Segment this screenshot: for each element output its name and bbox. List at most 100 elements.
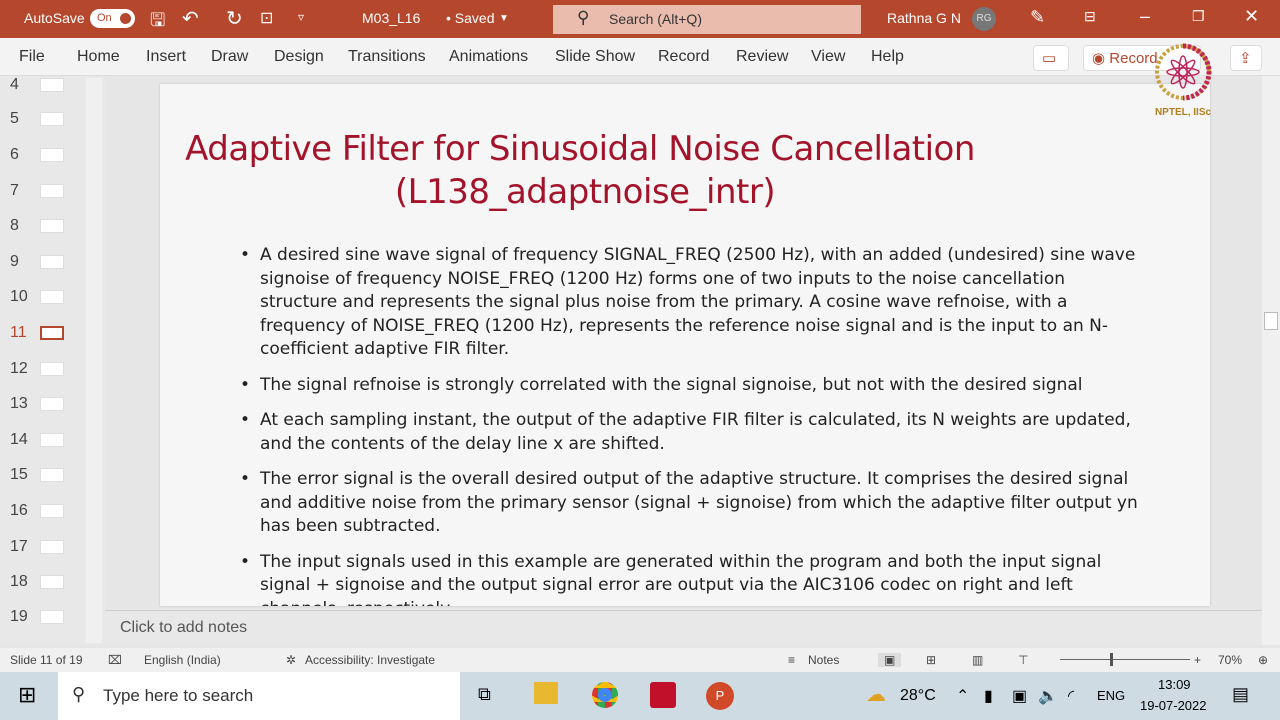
- slide-canvas[interactable]: Adaptive Filter for Sinusoidal Noise Can…: [160, 84, 1210, 606]
- saved-status[interactable]: • Saved: [446, 10, 495, 26]
- thumbnail-slide-6[interactable]: 6: [0, 146, 80, 166]
- windows-start-icon[interactable]: ⊞: [18, 682, 36, 708]
- chrome-icon[interactable]: [592, 682, 618, 708]
- normal-view-icon[interactable]: ▣: [878, 653, 902, 667]
- undo-icon[interactable]: ↶: [182, 6, 199, 31]
- tab-view[interactable]: View: [811, 48, 845, 66]
- thumbnail-slide-4[interactable]: 4: [0, 76, 80, 96]
- slide-scrollbar[interactable]: [1262, 76, 1280, 645]
- fit-slide-icon[interactable]: ⊕: [1258, 653, 1268, 667]
- save-icon[interactable]: 🖫: [150, 8, 165, 38]
- comments-button[interactable]: ▭: [1033, 45, 1069, 71]
- clock-time[interactable]: 13:09: [1158, 677, 1191, 692]
- thumbnail-slide-13[interactable]: 13: [0, 395, 80, 415]
- notes-icon[interactable]: ≡: [788, 653, 795, 667]
- clock-date[interactable]: 19-07-2022: [1140, 698, 1207, 713]
- pen-icon[interactable]: ✎: [1030, 7, 1045, 28]
- logo-text: NPTEL, IISc: [1154, 107, 1212, 118]
- slide-sorter-icon[interactable]: ⊞: [926, 653, 936, 667]
- tab-home[interactable]: Home: [77, 48, 120, 66]
- ribbon-display-icon[interactable]: ⊟: [1084, 8, 1096, 25]
- thumbnail-slide-12[interactable]: 12: [0, 360, 80, 380]
- tab-draw[interactable]: Draw: [211, 48, 248, 66]
- input-language[interactable]: ENG: [1097, 688, 1125, 703]
- bullet-item: The error signal is the overall desired …: [240, 468, 1140, 539]
- wifi-icon[interactable]: ◜: [1068, 686, 1074, 706]
- tab-slide-show[interactable]: Slide Show: [555, 48, 635, 66]
- temperature[interactable]: 28°C: [900, 687, 936, 705]
- share-button[interactable]: ⇪: [1230, 45, 1262, 71]
- search-box[interactable]: ⚲ Search (Alt+Q): [553, 5, 861, 34]
- tab-help[interactable]: Help: [871, 48, 904, 66]
- notifications-icon[interactable]: ▤: [1232, 684, 1249, 705]
- weather-icon[interactable]: ☁: [866, 682, 886, 707]
- camera-icon[interactable]: ▣: [1012, 686, 1027, 706]
- tab-review[interactable]: Review: [736, 48, 788, 66]
- thumbnail-slide-17[interactable]: 17: [0, 538, 80, 558]
- task-view-icon[interactable]: ⧉: [478, 684, 491, 705]
- thumbnail-slide-16[interactable]: 16: [0, 502, 80, 522]
- file-name[interactable]: M03_L16: [362, 10, 420, 26]
- tray-chevron-icon[interactable]: ⌃: [956, 686, 969, 706]
- redo-icon[interactable]: ↻: [226, 6, 243, 31]
- zoom-slider[interactable]: [1060, 659, 1190, 660]
- thumbnail-slide-11[interactable]: 11: [0, 324, 80, 344]
- tab-design[interactable]: Design: [274, 48, 324, 66]
- close-icon[interactable]: ✕: [1244, 6, 1259, 27]
- slideshow-view-icon[interactable]: ⊤: [1018, 653, 1028, 667]
- autosave-label: AutoSave: [24, 10, 85, 26]
- bullet-item: The signal refnoise is strongly correlat…: [240, 374, 1140, 398]
- notes-button[interactable]: Notes: [808, 653, 839, 667]
- slide-subtitle: (L138_adaptnoise_intr): [394, 172, 776, 212]
- status-bar: Slide 11 of 19 ⌧ English (India) ✲ Acces…: [0, 648, 1280, 672]
- thumbnail-slide-18[interactable]: 18: [0, 573, 80, 593]
- tab-insert[interactable]: Insert: [146, 48, 186, 66]
- thumbnail-slide-8[interactable]: 8: [0, 217, 80, 237]
- bullet-item: A desired sine wave signal of frequency …: [240, 244, 1140, 362]
- scroll-thumb[interactable]: [1264, 312, 1278, 330]
- taskbar-search-placeholder: Type here to search: [103, 686, 254, 705]
- search-icon: ⚲: [577, 8, 590, 27]
- minimize-icon[interactable]: –: [1140, 6, 1150, 27]
- language[interactable]: English (India): [144, 653, 221, 667]
- customize-icon[interactable]: ▿: [298, 10, 304, 24]
- bullet-list: A desired sine wave signal of frequency …: [240, 244, 1140, 606]
- thumbnail-slide-19[interactable]: 19: [0, 608, 80, 628]
- avatar[interactable]: RG: [972, 7, 996, 31]
- zoom-slider-thumb[interactable]: [1110, 653, 1113, 666]
- present-icon[interactable]: ⊡: [260, 8, 273, 28]
- tab-transitions[interactable]: Transitions: [348, 48, 426, 66]
- title-bar: AutoSave On 🖫 ↶ ↻ ⊡ ▿ M03_L16 • Saved ▼ …: [0, 0, 1280, 38]
- thumbnail-slide-15[interactable]: 15: [0, 466, 80, 486]
- accessibility-status[interactable]: Accessibility: Investigate: [305, 653, 435, 667]
- tab-record[interactable]: Record: [658, 48, 710, 66]
- zoom-level[interactable]: 70%: [1218, 653, 1242, 667]
- restore-icon[interactable]: ❐: [1192, 8, 1205, 25]
- thumbnail-slide-9[interactable]: 9: [0, 253, 80, 273]
- notes-pane[interactable]: Click to add notes: [105, 610, 1262, 645]
- taskbar-search[interactable]: ⚲ Type here to search: [58, 672, 460, 720]
- battery-icon[interactable]: ▮: [984, 686, 993, 706]
- app-cube-icon[interactable]: [650, 682, 676, 708]
- reading-view-icon[interactable]: ▥: [972, 653, 983, 667]
- accessibility-icon[interactable]: ✲: [286, 653, 296, 667]
- thumbnail-scrollbar[interactable]: [86, 78, 102, 643]
- thumbnail-slide-14[interactable]: 14: [0, 431, 80, 451]
- tab-animations[interactable]: Animations: [449, 48, 528, 66]
- chevron-down-icon[interactable]: ▼: [499, 13, 509, 24]
- thumbnail-slide-10[interactable]: 10: [0, 288, 80, 308]
- bullet-item: At each sampling instant, the output of …: [240, 409, 1140, 456]
- nptel-logo: NPTEL, IISc: [1148, 42, 1218, 122]
- tab-file[interactable]: File: [19, 48, 45, 66]
- volume-icon[interactable]: 🔈: [1038, 686, 1058, 706]
- file-explorer-icon[interactable]: [534, 682, 558, 704]
- slide-counter: Slide 11 of 19: [10, 653, 83, 667]
- user-name[interactable]: Rathna G N: [887, 10, 961, 26]
- search-placeholder: Search (Alt+Q): [609, 11, 702, 27]
- thumbnail-slide-7[interactable]: 7: [0, 182, 80, 202]
- powerpoint-icon[interactable]: P: [706, 682, 734, 710]
- spell-check-icon[interactable]: ⌧: [108, 653, 122, 667]
- thumbnail-slide-5[interactable]: 5: [0, 110, 80, 130]
- zoom-in-icon[interactable]: +: [1194, 653, 1201, 667]
- autosave-toggle[interactable]: On: [90, 9, 135, 28]
